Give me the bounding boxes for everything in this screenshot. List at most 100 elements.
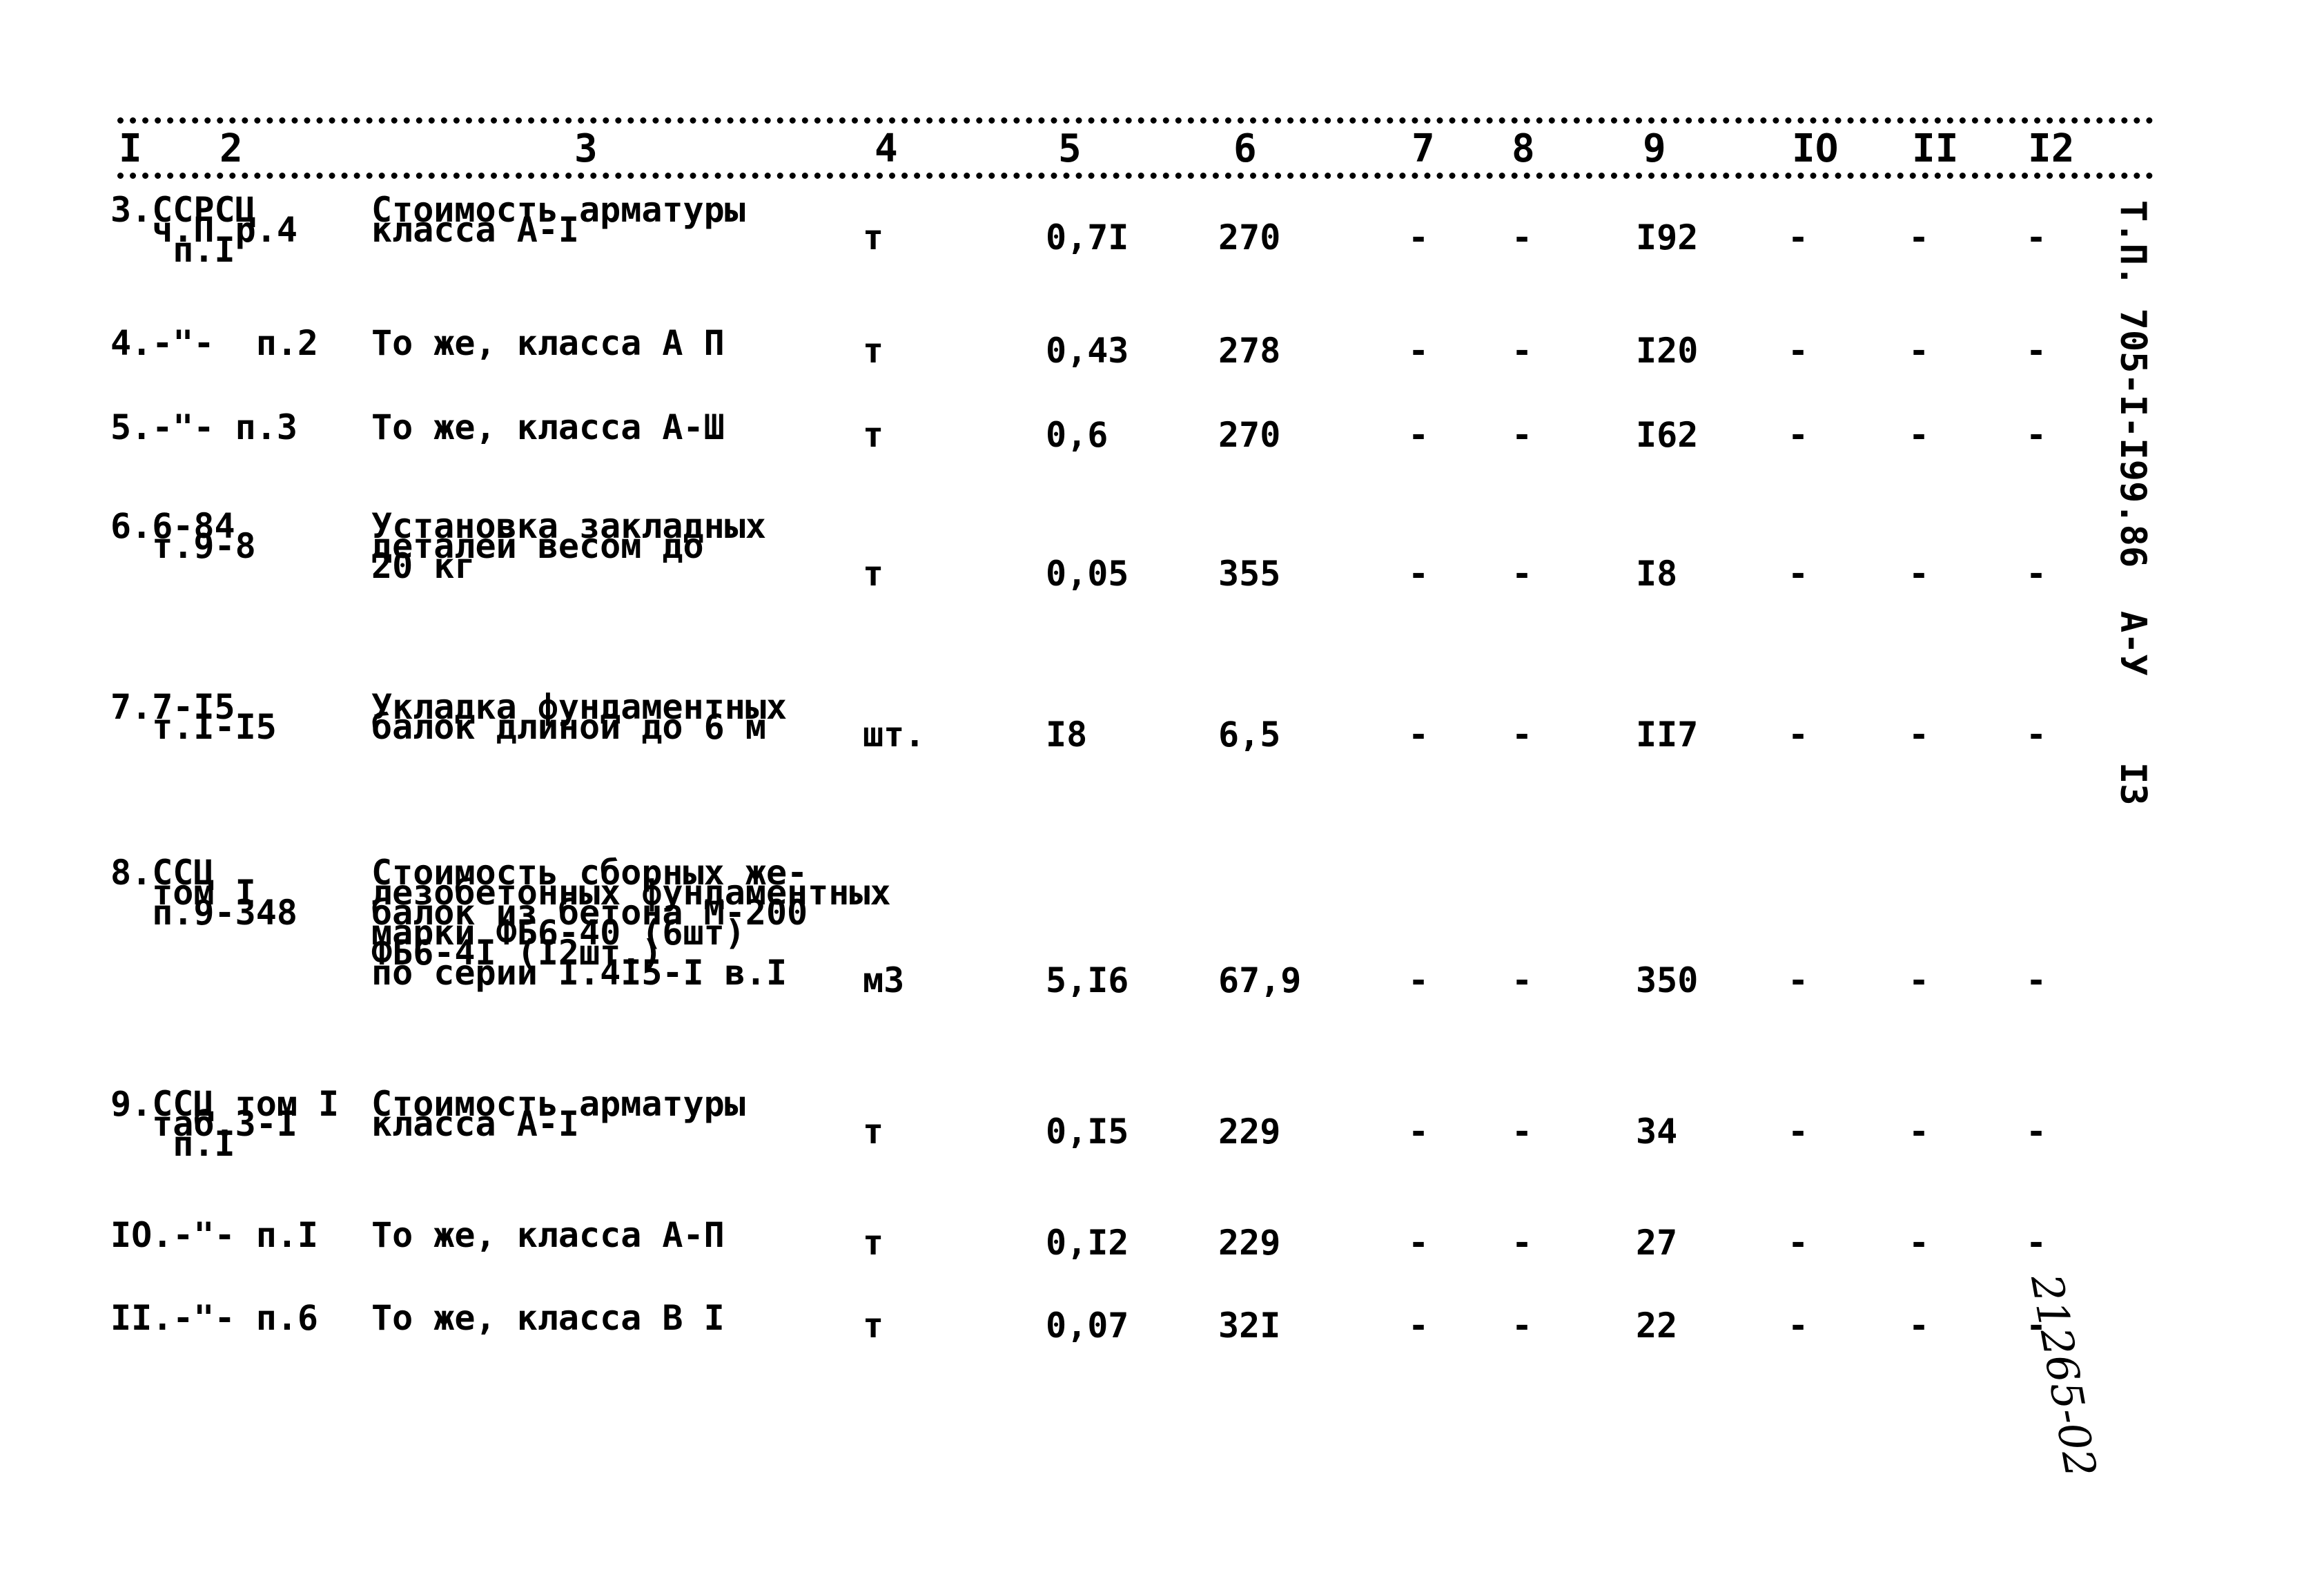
cell-c8: -	[1512, 715, 1533, 755]
cell-price: 270	[1218, 415, 1281, 455]
cell-c8: -	[1512, 1112, 1533, 1152]
column-header-11: II	[1912, 126, 1959, 171]
document-code: Т.П. 705-I-I99.86 А-У I3	[2112, 200, 2154, 806]
cell-c7: -	[1408, 1112, 1429, 1152]
cell-c12: -	[2026, 554, 2047, 594]
column-header-7: 7	[1412, 126, 1435, 171]
cell-desc: То же, класса А-П	[371, 1215, 725, 1255]
column-header-3: 3	[574, 126, 598, 171]
cell-c10: -	[1788, 415, 1809, 455]
cell-unit: т	[863, 554, 884, 594]
cell-price: 6,5	[1218, 715, 1281, 755]
cell-c10: -	[1788, 331, 1809, 371]
cell-ref: 5.-"- п.3	[110, 407, 297, 447]
cell-c8: -	[1512, 217, 1533, 258]
cell-c12: -	[2026, 217, 2047, 258]
cell-c9: I62	[1636, 415, 1699, 455]
cell-ref: 3.ССРСЦ ч.П р.4 п.I	[110, 190, 297, 270]
handwritten-stamp: 21265-02	[2021, 1270, 2107, 1482]
cell-ref: 6.6-84 т.9-8	[110, 506, 256, 566]
cell-price: 67,9	[1218, 960, 1302, 1000]
cell-ref: 7.7-I5 т.I-I5	[110, 687, 277, 747]
cell-qty: 0,I5	[1046, 1112, 1129, 1152]
cell-c7: -	[1408, 217, 1429, 258]
cell-desc: То же, класса А-Ш	[371, 407, 725, 447]
cell-price: 278	[1218, 331, 1281, 371]
cell-desc: Стоимость арматуры класса А-I	[371, 190, 745, 250]
cell-c9: II7	[1636, 715, 1699, 755]
cell-desc: То же, класса В I	[371, 1298, 725, 1338]
cell-qty: 0,I2	[1046, 1223, 1129, 1263]
cell-c8: -	[1512, 1223, 1533, 1263]
cell-c12: -	[2026, 331, 2047, 371]
cell-unit: т	[863, 1223, 884, 1263]
cell-c12: -	[2026, 1223, 2047, 1263]
cell-c7: -	[1408, 1223, 1429, 1263]
cell-unit: м3	[863, 960, 905, 1000]
cell-c12: -	[2026, 715, 2047, 755]
cell-qty: I8	[1046, 715, 1088, 755]
cell-price: 270	[1218, 217, 1281, 258]
cell-c11: -	[1908, 554, 1930, 594]
cell-c8: -	[1512, 415, 1533, 455]
header-bottom-rule	[117, 173, 2154, 179]
cell-unit: т	[863, 415, 884, 455]
column-header-9: 9	[1643, 126, 1666, 171]
column-header-5: 5	[1058, 126, 1082, 171]
cell-qty: 0,6	[1046, 415, 1109, 455]
header-top-rule	[117, 117, 2154, 124]
cell-ref: 8.ССЦ том I п.9-348	[110, 853, 297, 933]
column-header-4: 4	[875, 126, 898, 171]
cell-price: 229	[1218, 1112, 1281, 1152]
cell-desc: То же, класса А П	[371, 323, 725, 363]
cell-qty: 0,7I	[1046, 217, 1129, 258]
column-header-8: 8	[1512, 126, 1535, 171]
cell-unit: т	[863, 1112, 884, 1152]
cell-desc: Стоимость сборных же- лезобетонных фунда…	[371, 853, 891, 993]
cell-c7: -	[1408, 1306, 1429, 1346]
cell-c12: -	[2026, 415, 2047, 455]
cell-c10: -	[1788, 1223, 1809, 1263]
cell-c11: -	[1908, 715, 1930, 755]
cell-qty: 0,07	[1046, 1306, 1129, 1346]
column-header-12: I2	[2028, 126, 2075, 171]
cell-c7: -	[1408, 554, 1429, 594]
cell-c8: -	[1512, 554, 1533, 594]
cell-c10: -	[1788, 715, 1809, 755]
column-header-1: I	[119, 126, 142, 171]
cell-c11: -	[1908, 217, 1930, 258]
cell-c11: -	[1908, 1306, 1930, 1346]
cell-c11: -	[1908, 415, 1930, 455]
cell-c10: -	[1788, 960, 1809, 1000]
cell-ref: II.-"- п.6	[110, 1298, 319, 1338]
cell-ref: 4.-"- п.2	[110, 323, 319, 363]
cell-qty: 0,05	[1046, 554, 1129, 594]
column-header-2: 2	[219, 126, 243, 171]
cell-c8: -	[1512, 960, 1533, 1000]
cell-c7: -	[1408, 331, 1429, 371]
cell-c9: 22	[1636, 1306, 1678, 1346]
cell-c7: -	[1408, 415, 1429, 455]
cell-c7: -	[1408, 715, 1429, 755]
cell-c9: 27	[1636, 1223, 1678, 1263]
cell-c10: -	[1788, 1112, 1809, 1152]
cell-c11: -	[1908, 1223, 1930, 1263]
cell-c9: I8	[1636, 554, 1678, 594]
cell-price: 355	[1218, 554, 1281, 594]
cell-c8: -	[1512, 331, 1533, 371]
cell-c10: -	[1788, 217, 1809, 258]
cell-desc: Укладка фундаментных балок длиной до 6 м	[371, 687, 788, 747]
cell-c9: I92	[1636, 217, 1699, 258]
cell-c10: -	[1788, 1306, 1809, 1346]
cell-c9: 34	[1636, 1112, 1678, 1152]
column-header-10: IO	[1792, 126, 1839, 171]
cell-c10: -	[1788, 554, 1809, 594]
cell-c7: -	[1408, 960, 1429, 1000]
cell-c12: -	[2026, 1112, 2047, 1152]
cell-c8: -	[1512, 1306, 1533, 1346]
cell-c11: -	[1908, 331, 1930, 371]
cell-unit: т	[863, 331, 884, 371]
cell-c9: I20	[1636, 331, 1699, 371]
cell-price: 229	[1218, 1223, 1281, 1263]
cell-unit: шт.	[863, 715, 926, 755]
